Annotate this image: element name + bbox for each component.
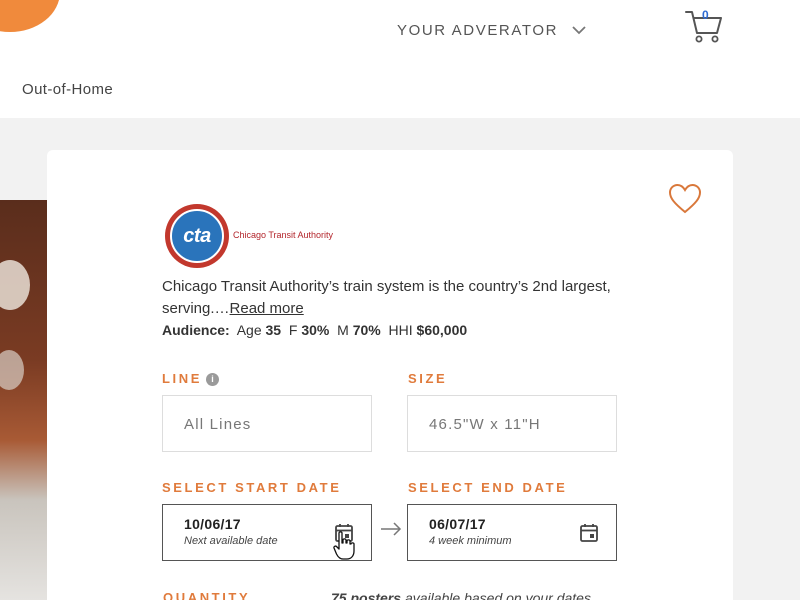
brand-logo[interactable] xyxy=(0,0,60,32)
hhi-label: HHI xyxy=(388,322,413,338)
info-icon[interactable]: i xyxy=(206,373,220,386)
audience-summary: Audience: Age 35 F 30% M 70% HHI $60,000 xyxy=(162,322,467,338)
audience-label: Audience: xyxy=(162,322,230,338)
previous-listing-image[interactable] xyxy=(0,200,48,600)
hhi-value: $60,000 xyxy=(416,322,468,338)
cart-button[interactable]: 0 xyxy=(684,6,724,44)
account-menu[interactable]: YOUR ADVERATOR xyxy=(397,22,586,39)
male-value: 70% xyxy=(352,322,381,338)
breadcrumb[interactable]: Out-of-Home xyxy=(22,81,113,98)
male-label: M xyxy=(337,322,349,338)
female-label: F xyxy=(288,322,298,338)
calendar-icon[interactable] xyxy=(579,523,599,543)
line-select[interactable]: All Lines xyxy=(162,395,372,452)
age-value: 35 xyxy=(265,322,282,338)
availability-count: 75 posters xyxy=(331,590,402,600)
image-decoration xyxy=(0,260,30,310)
account-menu-label: YOUR ADVERATOR xyxy=(397,22,559,39)
heart-icon[interactable] xyxy=(668,183,702,215)
quantity-label: QUANTITY xyxy=(163,590,251,600)
availability-note: 75 posters available based on your dates xyxy=(331,590,591,600)
end-date-label: SELECT END DATE xyxy=(408,480,568,495)
age-label: Age xyxy=(236,322,262,338)
size-label: SIZE xyxy=(408,371,448,386)
site-header: YOUR ADVERATOR 0 Out-of-Home xyxy=(0,0,800,118)
vendor-logo: cta xyxy=(165,204,229,268)
vendor-logo-name: Chicago Transit Authority xyxy=(233,230,334,240)
listing-card: cta Chicago Transit Authority Chicago Tr… xyxy=(47,150,733,600)
start-date-label: SELECT START DATE xyxy=(162,480,342,495)
chevron-down-icon xyxy=(572,26,586,35)
image-decoration xyxy=(0,350,24,390)
cart-count-badge: 0 xyxy=(702,8,709,22)
vendor-logo-text: cta xyxy=(183,224,211,247)
line-label: LINE i xyxy=(162,371,220,386)
availability-text: available based on your dates xyxy=(404,590,591,600)
end-date-picker[interactable]: 06/07/17 4 week minimum xyxy=(407,504,617,561)
hand-cursor-icon xyxy=(333,531,355,560)
vendor-description: Chicago Transit Authority’s train system… xyxy=(162,276,632,320)
size-select[interactable]: 46.5"W x 11"H xyxy=(407,395,617,452)
arrow-right-icon xyxy=(381,522,402,536)
read-more-link[interactable]: Read more xyxy=(230,300,304,317)
line-label-text: LINE xyxy=(162,371,203,386)
female-value: 30% xyxy=(301,322,330,338)
